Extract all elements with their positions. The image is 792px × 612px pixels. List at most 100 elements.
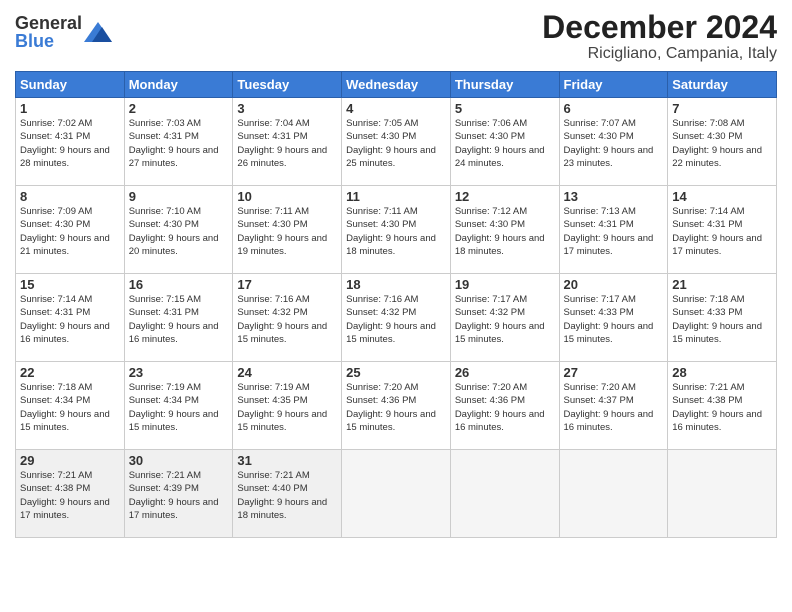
logo-general-text: General bbox=[15, 14, 82, 32]
day-number: 26 bbox=[455, 365, 555, 380]
calendar-week-row: 1Sunrise: 7:02 AMSunset: 4:31 PMDaylight… bbox=[16, 98, 777, 186]
calendar-day-cell: 27Sunrise: 7:20 AMSunset: 4:37 PMDayligh… bbox=[559, 362, 668, 450]
calendar-day-cell bbox=[450, 450, 559, 538]
day-number: 12 bbox=[455, 189, 555, 204]
day-info: Sunrise: 7:10 AMSunset: 4:30 PMDaylight:… bbox=[129, 205, 229, 258]
logo-icon bbox=[84, 22, 112, 42]
calendar-day-cell: 4Sunrise: 7:05 AMSunset: 4:30 PMDaylight… bbox=[342, 98, 451, 186]
calendar-day-cell: 3Sunrise: 7:04 AMSunset: 4:31 PMDaylight… bbox=[233, 98, 342, 186]
day-number: 1 bbox=[20, 101, 120, 116]
day-info: Sunrise: 7:15 AMSunset: 4:31 PMDaylight:… bbox=[129, 293, 229, 346]
day-number: 27 bbox=[564, 365, 664, 380]
calendar-day-cell: 5Sunrise: 7:06 AMSunset: 4:30 PMDaylight… bbox=[450, 98, 559, 186]
day-number: 16 bbox=[129, 277, 229, 292]
calendar-day-cell: 26Sunrise: 7:20 AMSunset: 4:36 PMDayligh… bbox=[450, 362, 559, 450]
calendar-day-cell: 15Sunrise: 7:14 AMSunset: 4:31 PMDayligh… bbox=[16, 274, 125, 362]
calendar-day-cell: 7Sunrise: 7:08 AMSunset: 4:30 PMDaylight… bbox=[668, 98, 777, 186]
day-number: 13 bbox=[564, 189, 664, 204]
day-info: Sunrise: 7:11 AMSunset: 4:30 PMDaylight:… bbox=[237, 205, 337, 258]
day-info: Sunrise: 7:16 AMSunset: 4:32 PMDaylight:… bbox=[237, 293, 337, 346]
day-number: 15 bbox=[20, 277, 120, 292]
calendar-day-cell: 2Sunrise: 7:03 AMSunset: 4:31 PMDaylight… bbox=[124, 98, 233, 186]
calendar-table: Sunday Monday Tuesday Wednesday Thursday… bbox=[15, 71, 777, 538]
col-monday: Monday bbox=[124, 72, 233, 98]
day-number: 6 bbox=[564, 101, 664, 116]
calendar-day-cell: 16Sunrise: 7:15 AMSunset: 4:31 PMDayligh… bbox=[124, 274, 233, 362]
calendar-week-row: 15Sunrise: 7:14 AMSunset: 4:31 PMDayligh… bbox=[16, 274, 777, 362]
calendar-day-cell: 22Sunrise: 7:18 AMSunset: 4:34 PMDayligh… bbox=[16, 362, 125, 450]
day-info: Sunrise: 7:14 AMSunset: 4:31 PMDaylight:… bbox=[672, 205, 772, 258]
calendar-week-row: 22Sunrise: 7:18 AMSunset: 4:34 PMDayligh… bbox=[16, 362, 777, 450]
day-number: 31 bbox=[237, 453, 337, 468]
day-number: 20 bbox=[564, 277, 664, 292]
day-number: 24 bbox=[237, 365, 337, 380]
header: General Blue December 2024 Ricigliano, C… bbox=[15, 10, 777, 63]
day-info: Sunrise: 7:16 AMSunset: 4:32 PMDaylight:… bbox=[346, 293, 446, 346]
day-info: Sunrise: 7:20 AMSunset: 4:36 PMDaylight:… bbox=[455, 381, 555, 434]
day-info: Sunrise: 7:07 AMSunset: 4:30 PMDaylight:… bbox=[564, 117, 664, 170]
day-number: 21 bbox=[672, 277, 772, 292]
day-info: Sunrise: 7:21 AMSunset: 4:40 PMDaylight:… bbox=[237, 469, 337, 522]
day-info: Sunrise: 7:21 AMSunset: 4:39 PMDaylight:… bbox=[129, 469, 229, 522]
calendar-day-cell: 18Sunrise: 7:16 AMSunset: 4:32 PMDayligh… bbox=[342, 274, 451, 362]
day-info: Sunrise: 7:17 AMSunset: 4:33 PMDaylight:… bbox=[564, 293, 664, 346]
calendar-day-cell: 29Sunrise: 7:21 AMSunset: 4:38 PMDayligh… bbox=[16, 450, 125, 538]
calendar-day-cell: 17Sunrise: 7:16 AMSunset: 4:32 PMDayligh… bbox=[233, 274, 342, 362]
day-number: 9 bbox=[129, 189, 229, 204]
day-info: Sunrise: 7:06 AMSunset: 4:30 PMDaylight:… bbox=[455, 117, 555, 170]
day-info: Sunrise: 7:03 AMSunset: 4:31 PMDaylight:… bbox=[129, 117, 229, 170]
day-info: Sunrise: 7:19 AMSunset: 4:34 PMDaylight:… bbox=[129, 381, 229, 434]
calendar-day-cell: 19Sunrise: 7:17 AMSunset: 4:32 PMDayligh… bbox=[450, 274, 559, 362]
page: General Blue December 2024 Ricigliano, C… bbox=[0, 0, 792, 553]
day-number: 2 bbox=[129, 101, 229, 116]
day-info: Sunrise: 7:04 AMSunset: 4:31 PMDaylight:… bbox=[237, 117, 337, 170]
calendar-day-cell bbox=[342, 450, 451, 538]
day-number: 23 bbox=[129, 365, 229, 380]
col-tuesday: Tuesday bbox=[233, 72, 342, 98]
day-number: 8 bbox=[20, 189, 120, 204]
day-number: 22 bbox=[20, 365, 120, 380]
day-info: Sunrise: 7:09 AMSunset: 4:30 PMDaylight:… bbox=[20, 205, 120, 258]
page-title: December 2024 bbox=[542, 10, 777, 45]
calendar-day-cell: 11Sunrise: 7:11 AMSunset: 4:30 PMDayligh… bbox=[342, 186, 451, 274]
calendar-day-cell bbox=[668, 450, 777, 538]
title-block: December 2024 Ricigliano, Campania, Ital… bbox=[542, 10, 777, 63]
day-number: 7 bbox=[672, 101, 772, 116]
calendar-day-cell: 31Sunrise: 7:21 AMSunset: 4:40 PMDayligh… bbox=[233, 450, 342, 538]
logo-blue-text: Blue bbox=[15, 32, 82, 50]
calendar-day-cell: 28Sunrise: 7:21 AMSunset: 4:38 PMDayligh… bbox=[668, 362, 777, 450]
day-info: Sunrise: 7:13 AMSunset: 4:31 PMDaylight:… bbox=[564, 205, 664, 258]
day-info: Sunrise: 7:18 AMSunset: 4:34 PMDaylight:… bbox=[20, 381, 120, 434]
day-info: Sunrise: 7:17 AMSunset: 4:32 PMDaylight:… bbox=[455, 293, 555, 346]
calendar-day-cell: 20Sunrise: 7:17 AMSunset: 4:33 PMDayligh… bbox=[559, 274, 668, 362]
day-info: Sunrise: 7:02 AMSunset: 4:31 PMDaylight:… bbox=[20, 117, 120, 170]
calendar-day-cell: 25Sunrise: 7:20 AMSunset: 4:36 PMDayligh… bbox=[342, 362, 451, 450]
calendar-day-cell: 12Sunrise: 7:12 AMSunset: 4:30 PMDayligh… bbox=[450, 186, 559, 274]
calendar-day-cell: 9Sunrise: 7:10 AMSunset: 4:30 PMDaylight… bbox=[124, 186, 233, 274]
day-info: Sunrise: 7:21 AMSunset: 4:38 PMDaylight:… bbox=[672, 381, 772, 434]
day-info: Sunrise: 7:14 AMSunset: 4:31 PMDaylight:… bbox=[20, 293, 120, 346]
calendar-day-cell: 8Sunrise: 7:09 AMSunset: 4:30 PMDaylight… bbox=[16, 186, 125, 274]
day-number: 18 bbox=[346, 277, 446, 292]
calendar-day-cell: 10Sunrise: 7:11 AMSunset: 4:30 PMDayligh… bbox=[233, 186, 342, 274]
calendar-day-cell: 21Sunrise: 7:18 AMSunset: 4:33 PMDayligh… bbox=[668, 274, 777, 362]
col-friday: Friday bbox=[559, 72, 668, 98]
day-number: 19 bbox=[455, 277, 555, 292]
day-number: 14 bbox=[672, 189, 772, 204]
day-info: Sunrise: 7:08 AMSunset: 4:30 PMDaylight:… bbox=[672, 117, 772, 170]
col-sunday: Sunday bbox=[16, 72, 125, 98]
logo: General Blue bbox=[15, 14, 112, 50]
day-number: 5 bbox=[455, 101, 555, 116]
calendar-day-cell: 6Sunrise: 7:07 AMSunset: 4:30 PMDaylight… bbox=[559, 98, 668, 186]
day-info: Sunrise: 7:20 AMSunset: 4:37 PMDaylight:… bbox=[564, 381, 664, 434]
day-number: 10 bbox=[237, 189, 337, 204]
calendar-day-cell: 24Sunrise: 7:19 AMSunset: 4:35 PMDayligh… bbox=[233, 362, 342, 450]
calendar-day-cell bbox=[559, 450, 668, 538]
day-number: 4 bbox=[346, 101, 446, 116]
day-number: 3 bbox=[237, 101, 337, 116]
day-info: Sunrise: 7:11 AMSunset: 4:30 PMDaylight:… bbox=[346, 205, 446, 258]
day-number: 25 bbox=[346, 365, 446, 380]
calendar-day-cell: 14Sunrise: 7:14 AMSunset: 4:31 PMDayligh… bbox=[668, 186, 777, 274]
day-number: 17 bbox=[237, 277, 337, 292]
calendar-day-cell: 30Sunrise: 7:21 AMSunset: 4:39 PMDayligh… bbox=[124, 450, 233, 538]
